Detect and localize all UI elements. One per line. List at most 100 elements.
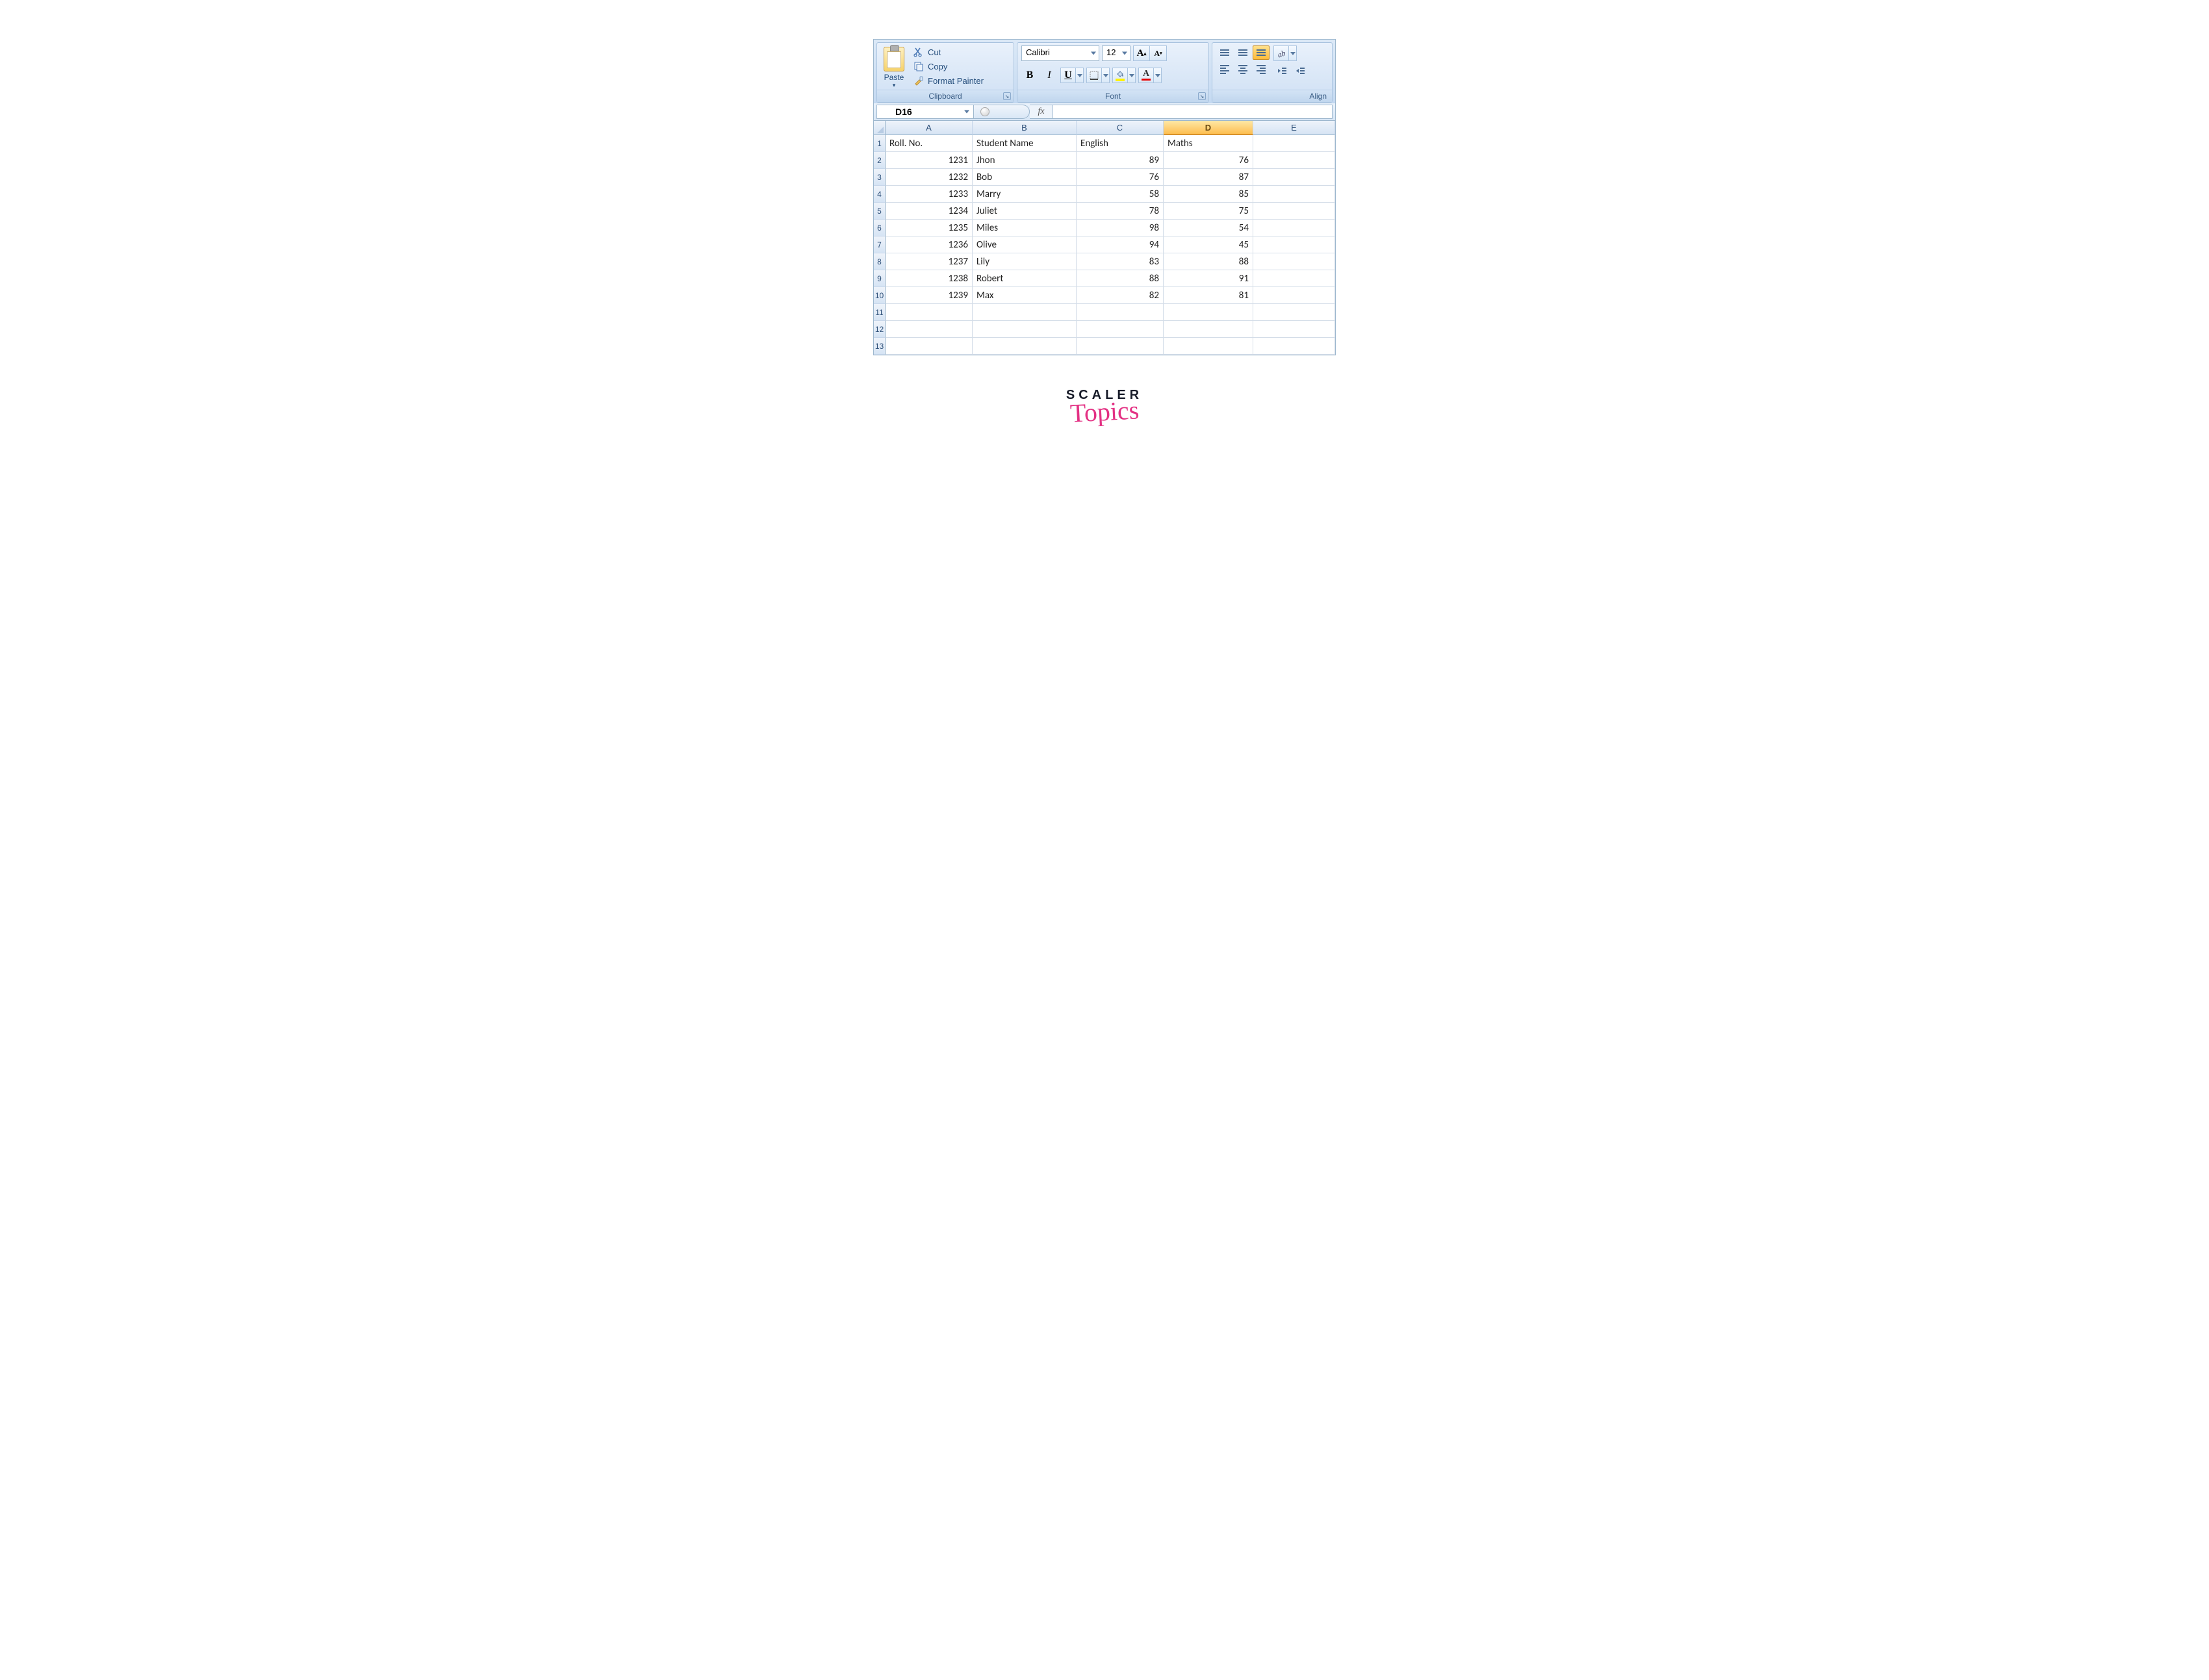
cell-E13[interactable] [1253,338,1335,355]
name-box[interactable]: D16 [876,105,974,119]
cell-C6[interactable]: 98 [1077,220,1164,236]
format-painter-button[interactable]: Format Painter [911,74,986,87]
cell-C4[interactable]: 58 [1077,186,1164,203]
cell-C5[interactable]: 78 [1077,203,1164,220]
cut-button[interactable]: Cut [911,45,986,58]
cell-A3[interactable]: 1232 [886,169,973,186]
underline-button[interactable]: U [1060,68,1084,83]
cell-C2[interactable]: 89 [1077,152,1164,169]
clipboard-dialog-launcher[interactable]: ↘ [1003,92,1011,100]
row-header[interactable]: 6 [874,220,886,236]
italic-button[interactable]: I [1041,68,1058,83]
cell-D12[interactable] [1164,321,1253,338]
cell-D11[interactable] [1164,304,1253,321]
cell-A6[interactable]: 1235 [886,220,973,236]
cell-D7[interactable]: 45 [1164,236,1253,253]
cell-D1[interactable]: Maths [1164,135,1253,152]
font-size-combo[interactable]: 12 [1102,45,1130,61]
cell-A12[interactable] [886,321,973,338]
cell-B1[interactable]: Student Name [973,135,1077,152]
cell-C10[interactable]: 82 [1077,287,1164,304]
cell-D6[interactable]: 54 [1164,220,1253,236]
font-color-dropdown[interactable] [1154,68,1162,83]
col-header-B[interactable]: B [973,121,1077,135]
row-header[interactable]: 2 [874,152,886,169]
fill-color-button[interactable] [1112,68,1136,83]
cell-D8[interactable]: 88 [1164,253,1253,270]
cell-C12[interactable] [1077,321,1164,338]
orientation-dropdown[interactable] [1289,45,1297,61]
cell-C3[interactable]: 76 [1077,169,1164,186]
cell-B11[interactable] [973,304,1077,321]
cell-A8[interactable]: 1237 [886,253,973,270]
row-header[interactable]: 3 [874,169,886,186]
align-bottom-button[interactable] [1253,45,1270,60]
cell-B9[interactable]: Robert [973,270,1077,287]
align-center-button[interactable] [1234,62,1251,77]
cell-A13[interactable] [886,338,973,355]
cell-C11[interactable] [1077,304,1164,321]
row-header[interactable]: 13 [874,338,886,355]
cell-B6[interactable]: Miles [973,220,1077,236]
cell-E8[interactable] [1253,253,1335,270]
row-header[interactable]: 12 [874,321,886,338]
align-right-button[interactable] [1253,62,1270,77]
col-header-A[interactable]: A [886,121,973,135]
orientation-button[interactable]: ab [1273,45,1297,61]
cell-E2[interactable] [1253,152,1335,169]
cell-A10[interactable]: 1239 [886,287,973,304]
cell-B5[interactable]: Juliet [973,203,1077,220]
cell-E12[interactable] [1253,321,1335,338]
cell-E7[interactable] [1253,236,1335,253]
col-header-D[interactable]: D [1164,121,1253,135]
insert-function-button[interactable]: fx [1030,105,1053,119]
row-header[interactable]: 10 [874,287,886,304]
cell-D2[interactable]: 76 [1164,152,1253,169]
align-top-button[interactable] [1216,45,1233,60]
cell-B7[interactable]: Olive [973,236,1077,253]
cell-E4[interactable] [1253,186,1335,203]
increase-indent-button[interactable] [1292,64,1309,78]
cell-A2[interactable]: 1231 [886,152,973,169]
borders-dropdown[interactable] [1102,68,1110,83]
cell-D9[interactable]: 91 [1164,270,1253,287]
cell-E9[interactable] [1253,270,1335,287]
cell-E3[interactable] [1253,169,1335,186]
font-name-combo[interactable]: Calibri [1021,45,1099,61]
cell-E10[interactable] [1253,287,1335,304]
name-box-expand[interactable] [974,105,1030,119]
formula-bar[interactable] [1053,105,1333,119]
copy-button[interactable]: Copy [911,60,986,73]
cell-D10[interactable]: 81 [1164,287,1253,304]
row-header[interactable]: 5 [874,203,886,220]
row-header[interactable]: 4 [874,186,886,203]
cell-E5[interactable] [1253,203,1335,220]
cell-B8[interactable]: Lily [973,253,1077,270]
align-left-button[interactable] [1216,62,1233,77]
row-header[interactable]: 11 [874,304,886,321]
cell-D3[interactable]: 87 [1164,169,1253,186]
cell-B4[interactable]: Marry [973,186,1077,203]
cell-C9[interactable]: 88 [1077,270,1164,287]
cell-B10[interactable]: Max [973,287,1077,304]
row-header[interactable]: 9 [874,270,886,287]
cell-A1[interactable]: Roll. No. [886,135,973,152]
cell-A9[interactable]: 1238 [886,270,973,287]
cell-A5[interactable]: 1234 [886,203,973,220]
cell-E11[interactable] [1253,304,1335,321]
cell-D13[interactable] [1164,338,1253,355]
font-color-button[interactable]: A [1138,68,1162,83]
row-header[interactable]: 7 [874,236,886,253]
shrink-font-button[interactable]: A▾ [1150,45,1167,61]
cell-C13[interactable] [1077,338,1164,355]
row-header[interactable]: 1 [874,135,886,152]
paste-dropdown-caret[interactable]: ▾ [893,83,896,87]
borders-button[interactable] [1086,68,1110,83]
row-header[interactable]: 8 [874,253,886,270]
col-header-E[interactable]: E [1253,121,1335,135]
bold-button[interactable]: B [1021,68,1038,83]
cell-B3[interactable]: Bob [973,169,1077,186]
cell-C1[interactable]: English [1077,135,1164,152]
cell-A11[interactable] [886,304,973,321]
decrease-indent-button[interactable] [1273,64,1290,78]
